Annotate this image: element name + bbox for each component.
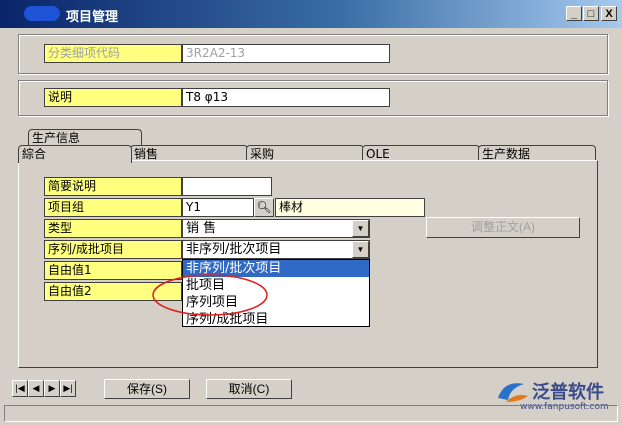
search-icon[interactable]: 🔍︎ xyxy=(254,198,274,217)
fanpu-logo-icon xyxy=(498,383,528,402)
type-select[interactable]: 销 售 xyxy=(182,219,370,238)
item-group-code-field[interactable]: Y1 xyxy=(182,198,254,217)
type-label: 类型 xyxy=(44,219,182,238)
serial-dropdown-chevron-down-icon[interactable]: ▼ xyxy=(352,241,369,258)
tab-production-info[interactable]: 生产信息 xyxy=(28,129,142,146)
classification-field[interactable]: 3R2A2-13 xyxy=(182,44,390,63)
cancel-button[interactable]: 取消(C) xyxy=(206,379,292,399)
description-label: 说明 xyxy=(44,88,182,107)
minimize-button[interactable]: _ xyxy=(566,6,582,21)
project-management-window: 项目管理 _ □ X 分类细项代码 3R2A2-13 说明 T8 φ13 生产信… xyxy=(0,0,622,425)
last-record-icon[interactable]: ▶| xyxy=(60,380,76,397)
serial-label: 序列/成批项目 xyxy=(44,240,182,259)
item-group-name-field: 棒材 xyxy=(275,198,425,217)
serial-select[interactable]: 非序列/批次项目 xyxy=(182,240,370,259)
annotation-circle xyxy=(152,274,268,316)
classification-label: 分类细项代码 xyxy=(44,44,182,63)
title-bar[interactable]: 项目管理 _ □ X xyxy=(0,0,622,28)
next-record-icon[interactable]: ▶ xyxy=(44,380,60,397)
logo-text: 泛普软件 xyxy=(532,382,604,403)
window-title: 项目管理 xyxy=(66,10,119,25)
summary-label: 简要说明 xyxy=(44,177,182,196)
save-button[interactable]: 保存(S) xyxy=(104,379,190,399)
status-bar xyxy=(4,405,618,422)
adjust-text-button[interactable]: 调整正文(A) xyxy=(426,217,580,238)
previous-record-icon[interactable]: ◀ xyxy=(28,380,44,397)
close-button[interactable]: X xyxy=(601,6,617,21)
app-icon xyxy=(24,6,60,21)
summary-field[interactable] xyxy=(182,177,272,196)
maximize-button[interactable]: □ xyxy=(583,6,599,21)
item-group-label: 项目组 xyxy=(44,198,182,217)
first-record-icon[interactable]: |◀ xyxy=(12,380,28,397)
tab-general[interactable]: 綜合 xyxy=(18,145,132,163)
description-field[interactable]: T8 φ13 xyxy=(182,88,390,107)
type-dropdown-chevron-down-icon[interactable]: ▼ xyxy=(352,220,369,237)
